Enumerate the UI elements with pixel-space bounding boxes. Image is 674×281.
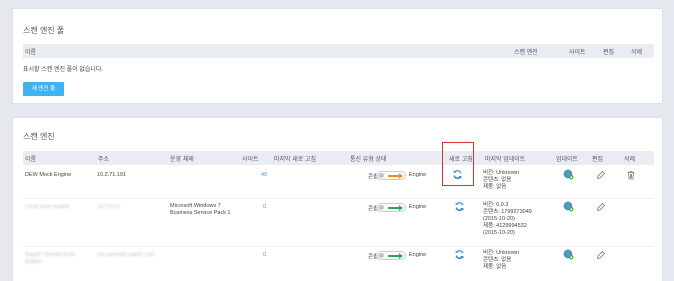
col-name[interactable]: 이름 [25, 154, 36, 163]
engine-name: DEW Mock Engine [25, 172, 72, 178]
engine-name: Local scan engine [25, 204, 70, 210]
pools-title: 스캔 엔진 풀 [23, 26, 65, 35]
arrow-head-icon [399, 253, 403, 259]
engine-sites-link[interactable]: 0 [263, 204, 266, 211]
engine-update-info: 버전: 6.0.3 콘텐츠: 1799273049 (2015-10-20) 제… [483, 202, 532, 236]
engine-os: Microsoft Windows 7 Business Service Pac… [170, 203, 231, 216]
engines-title: 스캔 엔진 [23, 132, 55, 141]
col-edit: 편집 [592, 157, 604, 163]
engine-sites-link[interactable]: 0 [263, 252, 266, 259]
engine-sites-link[interactable]: 40 [261, 172, 267, 179]
comm-direction-toggle[interactable] [376, 251, 406, 260]
col-sites[interactable]: 사이트 [569, 47, 586, 56]
engine-update-info: 버전: Unknown 콘텐츠: 없음 제품: 없음 [483, 170, 520, 190]
scan-engines-panel: 스캔 엔진 이름 주소 운영 체제 사이트 마지막 새로 고침 통신 유형 상태… [12, 117, 663, 281]
col-last-refresh[interactable]: 마지막 새로 고침 [274, 154, 316, 163]
refresh-icon[interactable] [454, 201, 465, 212]
comm-direction-toggle[interactable] [376, 171, 406, 180]
engine-name: Rapid7 Hosted Scan Engine [25, 252, 76, 265]
col-sites[interactable]: 사이트 [242, 154, 259, 163]
col-edit: 편집 [603, 50, 615, 56]
engine-address: 127.0.0.1 [97, 204, 120, 210]
engines-table-header: 이름 주소 운영 체제 사이트 마지막 새로 고침 통신 유형 상태 새로 고침… [23, 151, 654, 165]
new-engine-pool-button[interactable]: 새 엔진 풀 [23, 82, 64, 96]
engine-address: rsa.extranet.rapid7.com [97, 252, 155, 258]
row-divider [23, 246, 654, 247]
toggle-engine-label: Engine [409, 252, 427, 258]
col-address[interactable]: 주소 [98, 154, 109, 163]
refresh-icon[interactable] [454, 249, 465, 260]
globe-update-icon[interactable] [563, 169, 574, 180]
globe-update-icon[interactable] [563, 249, 574, 260]
engine-update-info: 버전: Unknown 콘텐츠: 없음 제품: 없음 [483, 250, 520, 270]
col-comm-status[interactable]: 통신 유형 상태 [350, 154, 386, 163]
col-delete: 삭제 [631, 50, 643, 56]
pencil-icon[interactable] [596, 202, 606, 212]
refresh-column-highlight [442, 142, 474, 186]
pools-table-header: 이름 스캔 엔진 사이트 편집 삭제 [23, 44, 654, 58]
pencil-icon[interactable] [596, 250, 606, 260]
arrow-head-icon [399, 173, 403, 179]
globe-update-icon[interactable] [563, 201, 574, 212]
col-delete: 삭제 [624, 157, 636, 163]
col-last-update[interactable]: 마지막 업데이트 [485, 154, 525, 163]
trash-icon[interactable] [626, 170, 636, 180]
row-divider [23, 198, 654, 199]
engine-address: 10.2.71.191 [97, 172, 127, 178]
toggle-knob [378, 205, 384, 210]
toggle-knob [378, 173, 384, 178]
arrow-head-icon [399, 205, 403, 211]
col-os[interactable]: 운영 체제 [170, 154, 194, 163]
comm-direction-toggle[interactable] [376, 203, 406, 212]
col-update: 업데이트 [556, 157, 579, 163]
toggle-engine-label: Engine [409, 172, 427, 178]
empty-pools-message: 표시할 스캔 엔진 풀이 없습니다. [23, 67, 104, 73]
toggle-engine-label: Engine [409, 204, 427, 210]
scan-engine-pools-panel: 스캔 엔진 풀 이름 스캔 엔진 사이트 편집 삭제 표시할 스캔 엔진 풀이 … [12, 8, 663, 104]
pencil-icon[interactable] [596, 170, 606, 180]
col-scan-engine[interactable]: 스캔 엔진 [514, 47, 538, 56]
toggle-knob [378, 253, 384, 258]
col-name[interactable]: 이름 [25, 47, 36, 56]
